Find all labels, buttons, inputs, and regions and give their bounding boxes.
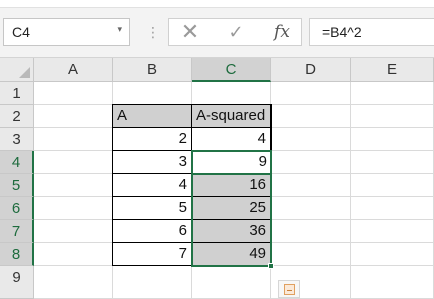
empty-cell[interactable] [351, 197, 434, 220]
empty-cell[interactable] [34, 220, 113, 243]
column-header-c[interactable]: C [192, 58, 271, 82]
row-header-5[interactable]: 5 [0, 174, 34, 197]
enter-icon[interactable]: ✓ [219, 20, 253, 44]
empty-cell[interactable] [271, 128, 351, 151]
empty-cell[interactable] [351, 128, 434, 151]
quick-analysis-icon [284, 284, 295, 295]
quick-analysis-button[interactable] [278, 280, 300, 298]
empty-cell[interactable] [34, 266, 113, 299]
empty-cell[interactable] [192, 82, 271, 105]
empty-cell[interactable] [34, 197, 113, 220]
empty-cell[interactable] [351, 151, 434, 174]
empty-cell[interactable] [351, 82, 434, 105]
cell-c8[interactable]: 49 [192, 243, 271, 266]
row-header-7[interactable]: 7 [0, 220, 34, 243]
empty-cell[interactable] [271, 243, 351, 266]
cell-b7[interactable]: 6 [113, 220, 192, 243]
cell-c4[interactable]: 9 [192, 151, 271, 174]
column-header-d[interactable]: D [271, 58, 351, 82]
empty-cell[interactable] [271, 105, 351, 128]
column-header-e[interactable]: E [351, 58, 434, 82]
cell-c6[interactable]: 25 [192, 197, 271, 220]
row-header-1[interactable]: 1 [0, 82, 34, 105]
cell-b2[interactable]: A [113, 105, 192, 128]
empty-cell[interactable] [34, 151, 113, 174]
cell-b6[interactable]: 5 [113, 197, 192, 220]
select-all-button[interactable] [0, 58, 34, 82]
column-header-a[interactable]: A [34, 58, 113, 82]
empty-cell[interactable] [271, 82, 351, 105]
cell-b3[interactable]: 2 [113, 128, 192, 151]
cell-b4[interactable]: 3 [113, 151, 192, 174]
cell-c7[interactable]: 36 [192, 220, 271, 243]
empty-cell[interactable] [113, 266, 192, 299]
cell-c2[interactable]: A-squared [192, 105, 271, 128]
empty-cell[interactable] [271, 174, 351, 197]
empty-cell[interactable] [351, 220, 434, 243]
row-header-8[interactable]: 8 [0, 243, 34, 266]
cell-b5[interactable]: 4 [113, 174, 192, 197]
empty-cell[interactable] [192, 266, 271, 299]
empty-cell[interactable] [271, 151, 351, 174]
insert-function-icon[interactable]: fx [265, 20, 299, 44]
name-box[interactable]: C4 ▾ [3, 18, 130, 46]
cancel-icon[interactable]: ✕ [173, 20, 207, 44]
empty-cell[interactable] [34, 128, 113, 151]
empty-cell[interactable] [351, 243, 434, 266]
column-header-b[interactable]: B [113, 58, 192, 82]
name-box-value: C4 [12, 24, 30, 40]
fill-handle[interactable] [268, 263, 274, 269]
cell-c5[interactable]: 16 [192, 174, 271, 197]
empty-cell[interactable] [271, 197, 351, 220]
row-header-2[interactable]: 2 [0, 105, 34, 128]
empty-cell[interactable] [351, 174, 434, 197]
row-header-3[interactable]: 3 [0, 128, 34, 151]
formula-bar: C4 ▾ ⋮ ✕ ✓ fx =B4^2 [0, 8, 434, 58]
row-header-4[interactable]: 4 [0, 151, 34, 174]
select-all-icon [19, 67, 30, 78]
row-header-6[interactable]: 6 [0, 197, 34, 220]
row-header-9[interactable]: 9 [0, 266, 34, 299]
empty-cell[interactable] [34, 105, 113, 128]
cell-b8[interactable]: 7 [113, 243, 192, 266]
cell-c3[interactable]: 4 [192, 128, 271, 151]
empty-cell[interactable] [113, 82, 192, 105]
ribbon-edge [0, 0, 434, 8]
chevron-down-icon[interactable]: ▾ [117, 24, 122, 35]
empty-cell[interactable] [34, 174, 113, 197]
empty-cell[interactable] [34, 243, 113, 266]
formula-input[interactable]: =B4^2 [309, 18, 434, 46]
grip-icon[interactable]: ⋮ [146, 22, 160, 42]
empty-cell[interactable] [34, 82, 113, 105]
empty-cell[interactable] [271, 220, 351, 243]
empty-cell[interactable] [351, 266, 434, 299]
formula-buttons: ✕ ✓ fx [168, 18, 302, 46]
empty-cell[interactable] [351, 105, 434, 128]
